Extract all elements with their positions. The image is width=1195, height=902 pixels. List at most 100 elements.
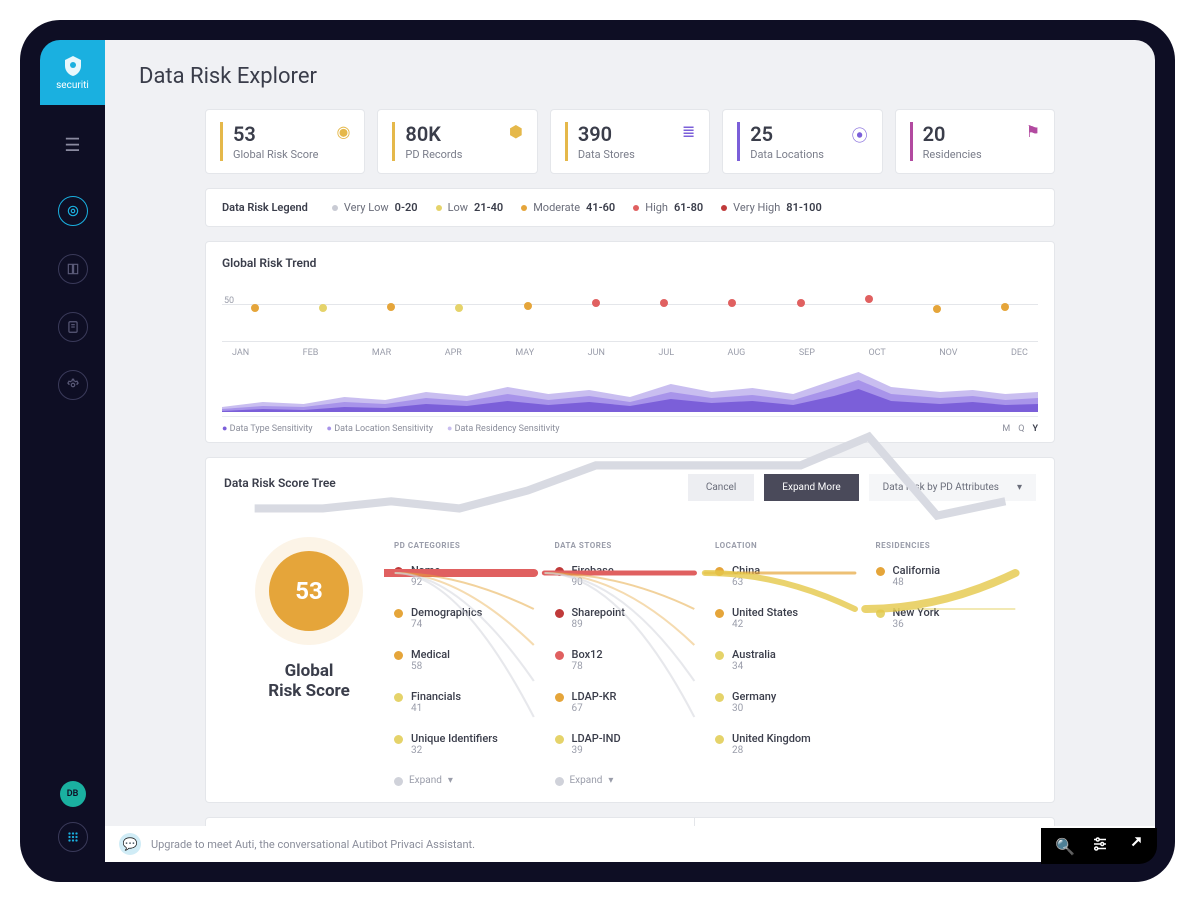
kpi-icon: ≣	[682, 122, 695, 141]
kpi-value: 53	[233, 122, 318, 146]
tree-node[interactable]: Name92	[394, 564, 555, 588]
trend-chart: 50	[222, 280, 1038, 342]
tree-node-value: 74	[411, 619, 482, 630]
trend-point[interactable]	[797, 299, 805, 307]
tree-node-value: 67	[572, 703, 617, 714]
search-icon[interactable]: 🔍	[1055, 837, 1075, 856]
tree-node[interactable]: California48	[876, 564, 1037, 588]
trend-point[interactable]	[660, 299, 668, 307]
trend-point[interactable]	[387, 303, 395, 311]
tree-node-value: 39	[572, 745, 621, 756]
risk-dot-icon	[394, 693, 403, 702]
risk-dot-icon	[876, 609, 885, 618]
tree-node[interactable]: Sharepoint89	[555, 606, 716, 630]
tree-node[interactable]: United Kingdom28	[715, 732, 876, 756]
trend-point[interactable]	[251, 304, 259, 312]
trend-point[interactable]	[1001, 303, 1009, 311]
tree-node-name: LDAP-IND	[572, 732, 621, 745]
menu-toggle-icon[interactable]: ☰	[64, 135, 80, 156]
tree-node[interactable]: Financials41	[394, 690, 555, 714]
tree-node[interactable]: Firebase90	[555, 564, 716, 588]
trend-point[interactable]	[592, 299, 600, 307]
risk-dot-icon	[715, 693, 724, 702]
kpi-card[interactable]: 390Data Stores≣	[550, 109, 710, 174]
kpi-icon: ◉	[336, 122, 350, 141]
legend-item: Low 21-40	[436, 201, 504, 214]
tree-node[interactable]: Box1278	[555, 648, 716, 672]
risk-dot-icon	[555, 693, 564, 702]
tree-node-name: United States	[732, 606, 798, 619]
tree-node[interactable]: Medical58	[394, 648, 555, 672]
tree-node[interactable]: New York36	[876, 606, 1037, 630]
toolbox: 🔍	[1041, 828, 1157, 864]
tree-node[interactable]: Germany30	[715, 690, 876, 714]
risk-dot-icon	[715, 567, 724, 576]
tree-node-value: 89	[572, 619, 625, 630]
kpi-label: Data Stores	[578, 148, 635, 161]
tree-node[interactable]: LDAP-KR67	[555, 690, 716, 714]
tree-node-name: Medical	[411, 648, 450, 661]
tree-columns: PD CATEGORIES Name92 Demographics74 Medical…	[394, 541, 1036, 786]
trend-point[interactable]	[865, 295, 873, 303]
risk-dot-icon	[715, 609, 724, 618]
tree-node-value: 42	[732, 619, 798, 630]
trend-point[interactable]	[524, 302, 532, 310]
tree-expand-link[interactable]: Expand ▾	[555, 774, 716, 786]
risk-dot-icon	[394, 735, 403, 744]
assistant-text: Upgrade to meet Auti, the conversational…	[151, 838, 475, 851]
tree-column: RESIDENCIESCalifornia48New York36	[876, 541, 1037, 786]
tree-column: LOCATIONChina63United States42Australia3…	[715, 541, 876, 786]
risk-dot-icon	[555, 609, 564, 618]
nav-reports-icon[interactable]	[58, 312, 88, 342]
tree-column-head: PD CATEGORIES	[394, 541, 555, 550]
apps-grid-icon[interactable]	[58, 822, 88, 852]
user-avatar[interactable]: DB	[60, 781, 86, 807]
kpi-value: 80K	[405, 122, 462, 146]
tree-node-value: 30	[732, 703, 776, 714]
kpi-label: Data Locations	[750, 148, 824, 161]
trend-point[interactable]	[455, 304, 463, 312]
tree-node-name: Unique Identifiers	[411, 732, 498, 745]
trend-title: Global Risk Trend	[222, 256, 1038, 270]
filters-icon[interactable]	[1091, 835, 1109, 857]
tree-node-value: 36	[893, 619, 940, 630]
nav-servers-icon[interactable]	[58, 254, 88, 284]
tools-icon[interactable]	[1125, 835, 1143, 857]
kpi-card[interactable]: 53Global Risk Score◉	[205, 109, 365, 174]
nav-dashboard-icon[interactable]	[58, 196, 88, 226]
tree-node[interactable]: China63	[715, 564, 876, 588]
trend-panel: Global Risk Trend 50 JANFEBMARAPRMAYJUNJ…	[205, 241, 1055, 443]
legend-item: Very Low 0-20	[332, 201, 418, 214]
legend-item: High 61-80	[633, 201, 703, 214]
kpi-card[interactable]: 20Residencies⚑	[895, 109, 1055, 174]
risk-dot-icon	[555, 567, 564, 576]
tree-node-value: 90	[572, 577, 614, 588]
legend-item: Moderate 41-60	[521, 201, 615, 214]
brand-logo[interactable]: securiti	[40, 40, 105, 105]
kpi-row: 53Global Risk Score◉80KPD Records⬢390Dat…	[205, 109, 1055, 174]
tree-node-value: 92	[411, 577, 440, 588]
tree-node-name: Firebase	[572, 564, 614, 577]
tree-node[interactable]: LDAP-IND39	[555, 732, 716, 756]
tree-node-name: Australia	[732, 648, 776, 661]
tree-node[interactable]: United States42	[715, 606, 876, 630]
nav-settings-icon[interactable]	[58, 370, 88, 400]
tree-expand-link[interactable]: Expand ▾	[394, 774, 555, 786]
risk-dot-icon	[394, 651, 403, 660]
tree-node[interactable]: Unique Identifiers32	[394, 732, 555, 756]
kpi-card[interactable]: 25Data Locations⦿	[722, 109, 882, 174]
tree-node[interactable]: Demographics74	[394, 606, 555, 630]
trend-point[interactable]	[728, 299, 736, 307]
logo-icon	[61, 54, 85, 78]
kpi-card[interactable]: 80KPD Records⬢	[377, 109, 537, 174]
tree-node[interactable]: Australia34	[715, 648, 876, 672]
trend-point[interactable]	[933, 305, 941, 313]
tree-column-head: LOCATION	[715, 541, 876, 550]
risk-dot-icon	[876, 567, 885, 576]
tree-node-value: 58	[411, 661, 450, 672]
tree-node-name: Box12	[572, 648, 603, 661]
tree-node-value: 63	[732, 577, 760, 588]
trend-point[interactable]	[319, 304, 327, 312]
assistant-bar[interactable]: 💬 Upgrade to meet Auti, the conversation…	[105, 826, 1155, 862]
tree-node-name: United Kingdom	[732, 732, 811, 745]
